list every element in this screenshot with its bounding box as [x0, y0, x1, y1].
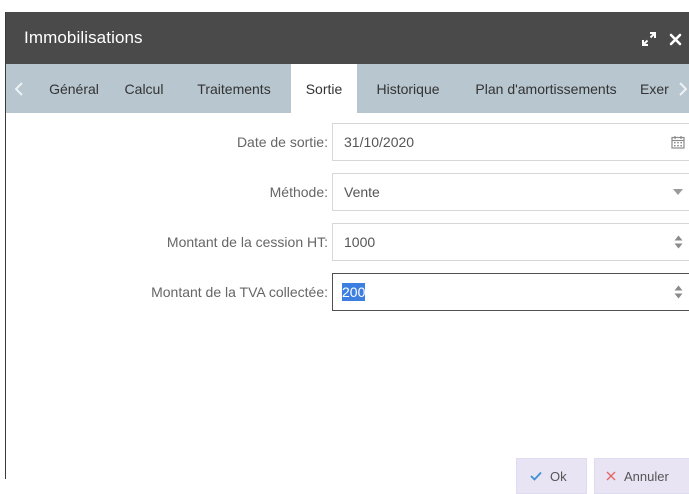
- row-montant-cession: Montant de la cession HT: 1000: [6, 223, 689, 261]
- tab-scroll-right-icon[interactable]: [674, 64, 689, 113]
- montant-cession-label: Montant de la cession HT:: [166, 234, 328, 250]
- montant-cession-input[interactable]: 1000: [332, 223, 689, 261]
- check-icon: [530, 471, 542, 481]
- expand-icon[interactable]: [640, 30, 658, 48]
- x-icon: [606, 471, 616, 481]
- calendar-icon[interactable]: [671, 124, 685, 160]
- row-date-sortie: Date de sortie: 31/10/2020: [6, 123, 689, 161]
- tab-general[interactable]: Général: [36, 64, 112, 113]
- date-sortie-label: Date de sortie:: [236, 134, 328, 150]
- montant-tva-value: 200: [342, 283, 366, 301]
- tab-historique[interactable]: Historique: [362, 64, 454, 113]
- methode-select[interactable]: Vente: [332, 173, 689, 211]
- ok-button[interactable]: Ok: [516, 458, 587, 494]
- tab-bar: Général Calcul Traitements Sortie Histor…: [6, 64, 689, 113]
- montant-tva-input[interactable]: 200: [332, 273, 689, 311]
- close-icon[interactable]: [666, 30, 684, 48]
- dialog-title: Immobilisations: [24, 28, 143, 47]
- tab-sortie[interactable]: Sortie: [291, 64, 357, 113]
- cancel-button[interactable]: Annuler: [594, 458, 689, 494]
- date-sortie-field[interactable]: 31/10/2020: [332, 123, 689, 161]
- spinner-icon[interactable]: [671, 224, 685, 260]
- spinner-icon[interactable]: [671, 274, 685, 310]
- montant-cession-value: 1000: [344, 234, 376, 250]
- tab-calcul[interactable]: Calcul: [116, 64, 172, 113]
- ok-button-label: Ok: [550, 468, 567, 484]
- chevron-down-icon[interactable]: [671, 174, 685, 210]
- row-montant-tva: Montant de la TVA collectée: 200: [6, 273, 689, 311]
- tab-traitements[interactable]: Traitements: [182, 64, 286, 113]
- row-methode: Méthode: Vente: [6, 173, 689, 211]
- montant-tva-label: Montant de la TVA collectée:: [151, 284, 328, 300]
- dialog-titlebar[interactable]: Immobilisations: [6, 12, 689, 64]
- immobilisations-dialog: Immobilisations Général Calcul Traitemen…: [5, 12, 689, 494]
- montant-tva-value-wrap: 200: [342, 274, 366, 310]
- cancel-button-label: Annuler: [624, 468, 669, 484]
- methode-label: Méthode:: [269, 184, 328, 200]
- tab-plan-amortissements[interactable]: Plan d'amortissements: [460, 64, 632, 113]
- methode-value: Vente: [344, 184, 380, 200]
- tab-scroll-left-icon[interactable]: [10, 64, 28, 113]
- date-sortie-value: 31/10/2020: [344, 134, 415, 150]
